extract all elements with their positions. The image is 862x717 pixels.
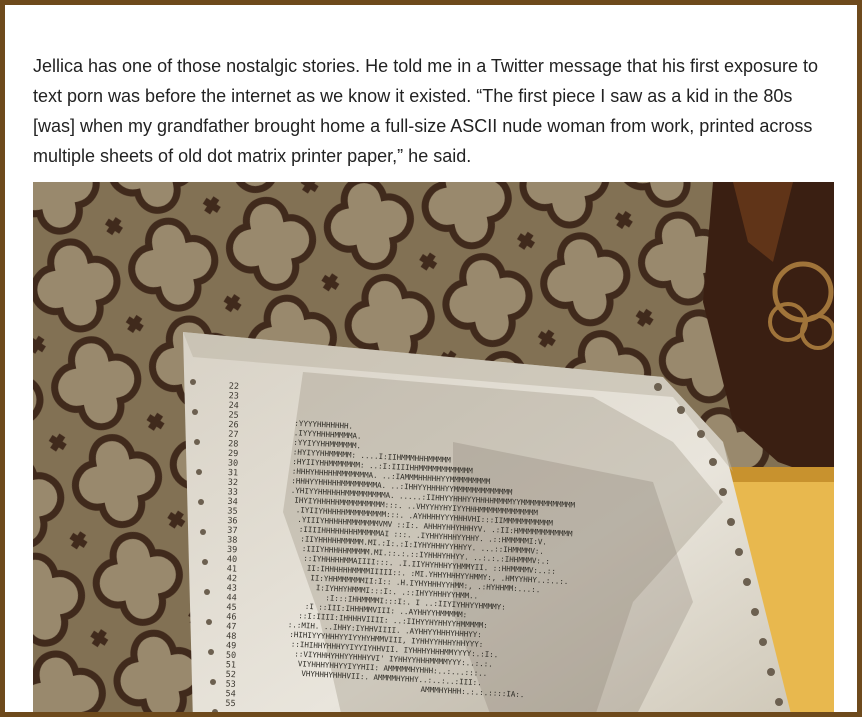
photo-illustration: 2223242526272829303132333435363738394041… <box>33 182 834 712</box>
article-frame: Jellica has one of those nostalgic stori… <box>5 5 857 712</box>
line-number: 55 <box>225 699 236 710</box>
article-photo: 22 23 24 25 26 27 28 29 30 31 32 33 34 35 36 37 38 39 40 41… <box>33 182 834 712</box>
article-paragraph: Jellica has one of those nostalgic stori… <box>33 56 819 166</box>
